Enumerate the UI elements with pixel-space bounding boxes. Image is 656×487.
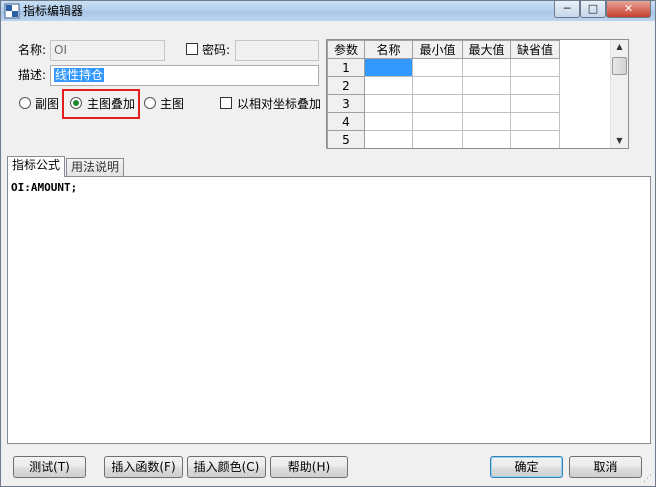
grid-cell[interactable] — [364, 94, 413, 113]
grid-cell[interactable] — [462, 58, 511, 77]
row-number: 4 — [327, 112, 365, 131]
grid-cell[interactable] — [462, 130, 511, 148]
password-field[interactable] — [235, 40, 319, 61]
password-label: 密码: — [202, 43, 231, 57]
resize-grip-icon[interactable]: ⋰ — [643, 474, 653, 484]
password-checkbox[interactable] — [186, 43, 198, 55]
grid-cell[interactable] — [364, 112, 413, 131]
radio-sub-chart[interactable] — [19, 97, 31, 109]
highlight-box — [62, 89, 140, 119]
scroll-down-icon[interactable]: ▼ — [611, 134, 628, 148]
radio-sub-chart-label: 副图 — [35, 97, 60, 111]
window-title: 指标编辑器 — [23, 4, 84, 18]
ok-button[interactable]: 确定 — [490, 456, 563, 478]
tab-formula[interactable]: 指标公式 — [7, 156, 65, 177]
minimize-button[interactable]: ─ — [554, 1, 580, 18]
grid-cell[interactable] — [462, 94, 511, 113]
name-label: 名称: — [18, 43, 47, 57]
insert-function-button[interactable]: 插入函数(F) — [104, 456, 183, 478]
app-icon — [4, 3, 20, 19]
row-number: 5 — [327, 130, 365, 148]
relative-coord-label: 以相对坐标叠加 — [237, 97, 322, 111]
grid-cell[interactable] — [364, 58, 413, 77]
grid-header: 参数 — [327, 40, 365, 59]
test-button[interactable]: 测试(T) — [13, 456, 86, 478]
indicator-editor-window: 指标编辑器 ─ □ ✕ 名称: OI 密码: 描述: 线性持仓 副图 主图叠加 … — [0, 0, 656, 487]
name-field[interactable]: OI — [50, 40, 165, 61]
grid-cell[interactable] — [510, 58, 560, 77]
table-row: 3 — [327, 94, 560, 113]
scroll-up-icon[interactable]: ▲ — [611, 40, 628, 54]
relative-coord-checkbox[interactable] — [220, 97, 232, 109]
grid-cell[interactable] — [412, 76, 463, 95]
grid-cell[interactable] — [510, 76, 560, 95]
row-number: 1 — [327, 58, 365, 77]
tab-usage[interactable]: 用法说明 — [66, 158, 124, 177]
grid-cell[interactable] — [510, 112, 560, 131]
row-number: 2 — [327, 76, 365, 95]
grid-header-row: 参数 名称 最小值 最大值 缺省值 — [327, 40, 560, 59]
desc-label: 描述: — [18, 68, 47, 82]
grid-cell[interactable] — [510, 94, 560, 113]
help-button[interactable]: 帮助(H) — [270, 456, 348, 478]
grid-cell[interactable] — [510, 130, 560, 148]
formula-code: OI:AMOUNT; — [11, 181, 78, 194]
grid-cell[interactable] — [462, 76, 511, 95]
grid-header: 缺省值 — [510, 40, 560, 59]
title-bar[interactable]: 指标编辑器 ─ □ ✕ — [1, 1, 655, 21]
table-row: 2 — [327, 76, 560, 95]
maximize-button[interactable]: □ — [580, 1, 606, 18]
desc-field[interactable]: 线性持仓 — [50, 65, 319, 86]
table-row: 1 — [327, 58, 560, 77]
grid-cell[interactable] — [412, 58, 463, 77]
grid-header: 最大值 — [462, 40, 511, 59]
radio-main-chart-label: 主图 — [160, 97, 185, 111]
grid-header: 最小值 — [412, 40, 463, 59]
row-number: 3 — [327, 94, 365, 113]
grid-header: 名称 — [364, 40, 413, 59]
radio-main-chart[interactable] — [144, 97, 156, 109]
grid-cell[interactable] — [364, 130, 413, 148]
grid-cell[interactable] — [412, 130, 463, 148]
params-grid[interactable]: 参数 名称 最小值 最大值 缺省值 1 2 3 4 5 ▲ ▼ — [326, 39, 629, 149]
grid-cell[interactable] — [364, 76, 413, 95]
grid-cell[interactable] — [412, 112, 463, 131]
table-row: 4 — [327, 112, 560, 131]
grid-scrollbar[interactable]: ▲ ▼ — [610, 40, 628, 148]
formula-editor[interactable]: OI:AMOUNT; — [7, 176, 651, 444]
grid-cell[interactable] — [412, 94, 463, 113]
table-row: 5 — [327, 130, 560, 148]
grid-cell[interactable] — [462, 112, 511, 131]
close-button[interactable]: ✕ — [606, 1, 651, 18]
params-table: 参数 名称 最小值 最大值 缺省值 1 2 3 4 5 — [327, 40, 560, 148]
scroll-thumb[interactable] — [612, 57, 627, 75]
desc-value: 线性持仓 — [54, 68, 105, 82]
insert-color-button[interactable]: 插入颜色(C) — [187, 456, 266, 478]
cancel-button[interactable]: 取消 — [569, 456, 642, 478]
